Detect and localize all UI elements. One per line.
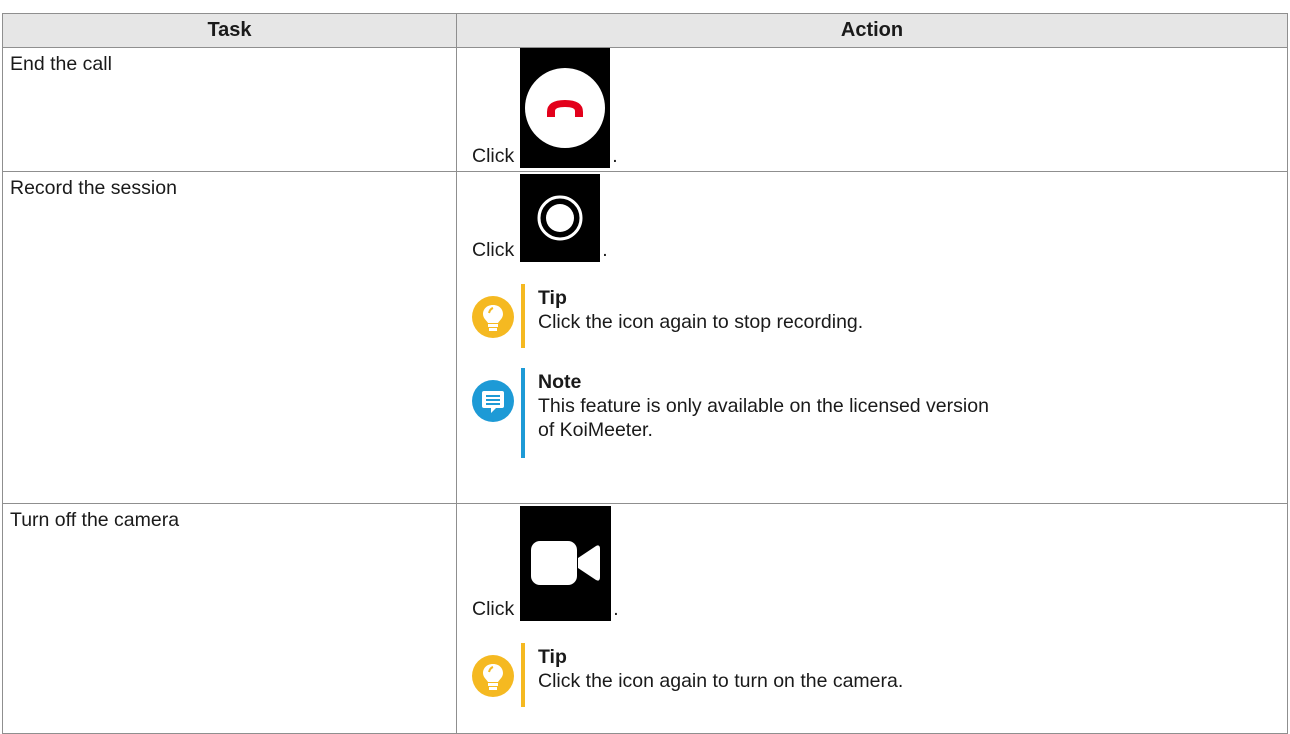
note-icon (472, 380, 514, 422)
action-cell: Click . (456, 171, 1288, 504)
tip-title: Tip (538, 287, 567, 309)
action-cell: Click . (456, 503, 1288, 734)
click-word: Click (472, 238, 515, 261)
click-word: Click (472, 597, 515, 620)
table-header-row: Task Action (2, 13, 1288, 48)
note-accent-bar (521, 368, 525, 458)
click-instruction: Click . (472, 174, 1282, 262)
table-row: Record the session Click . Tip Click the… (2, 171, 1288, 504)
tip-text: Click the icon again to stop recording. (538, 311, 864, 333)
click-instruction: Click . (472, 48, 1282, 168)
period: . (612, 144, 618, 167)
tip-accent-bar (521, 284, 525, 348)
note-text-line-1: This feature is only available on the li… (538, 395, 989, 417)
click-instruction: Click . (472, 506, 1282, 621)
action-cell: Click . (456, 47, 1288, 172)
tip-body: Tip Click the icon again to turn on the … (538, 643, 903, 693)
tip-callout: Tip Click the icon again to turn on the … (472, 643, 1282, 707)
click-word: Click (472, 144, 515, 167)
task-cell: Record the session (2, 171, 457, 504)
note-body: Note This feature is only available on t… (538, 368, 989, 442)
header-action: Action (456, 13, 1288, 48)
task-cell: End the call (2, 47, 457, 172)
tip-text: Click the icon again to turn on the came… (538, 670, 904, 692)
lightbulb-icon (472, 655, 514, 697)
header-task: Task (2, 13, 457, 48)
period: . (602, 238, 608, 261)
note-text-line-2: of KoiMeeter. (538, 419, 653, 441)
tip-title: Tip (538, 646, 567, 668)
lightbulb-icon (472, 296, 514, 338)
record-icon (520, 174, 601, 262)
task-action-table: Task Action End the call Click . Record … (2, 13, 1288, 734)
end-call-icon (520, 48, 611, 168)
period: . (613, 597, 619, 620)
note-callout: Note This feature is only available on t… (472, 368, 1282, 458)
tip-accent-bar (521, 643, 525, 707)
table-row: Turn off the camera Click . Tip Click th… (2, 503, 1288, 734)
tip-callout: Tip Click the icon again to stop recordi… (472, 284, 1282, 348)
table-row: End the call Click . (2, 47, 1288, 172)
task-cell: Turn off the camera (2, 503, 457, 734)
camera-icon (520, 506, 612, 621)
tip-body: Tip Click the icon again to stop recordi… (538, 284, 863, 334)
note-title: Note (538, 371, 582, 393)
